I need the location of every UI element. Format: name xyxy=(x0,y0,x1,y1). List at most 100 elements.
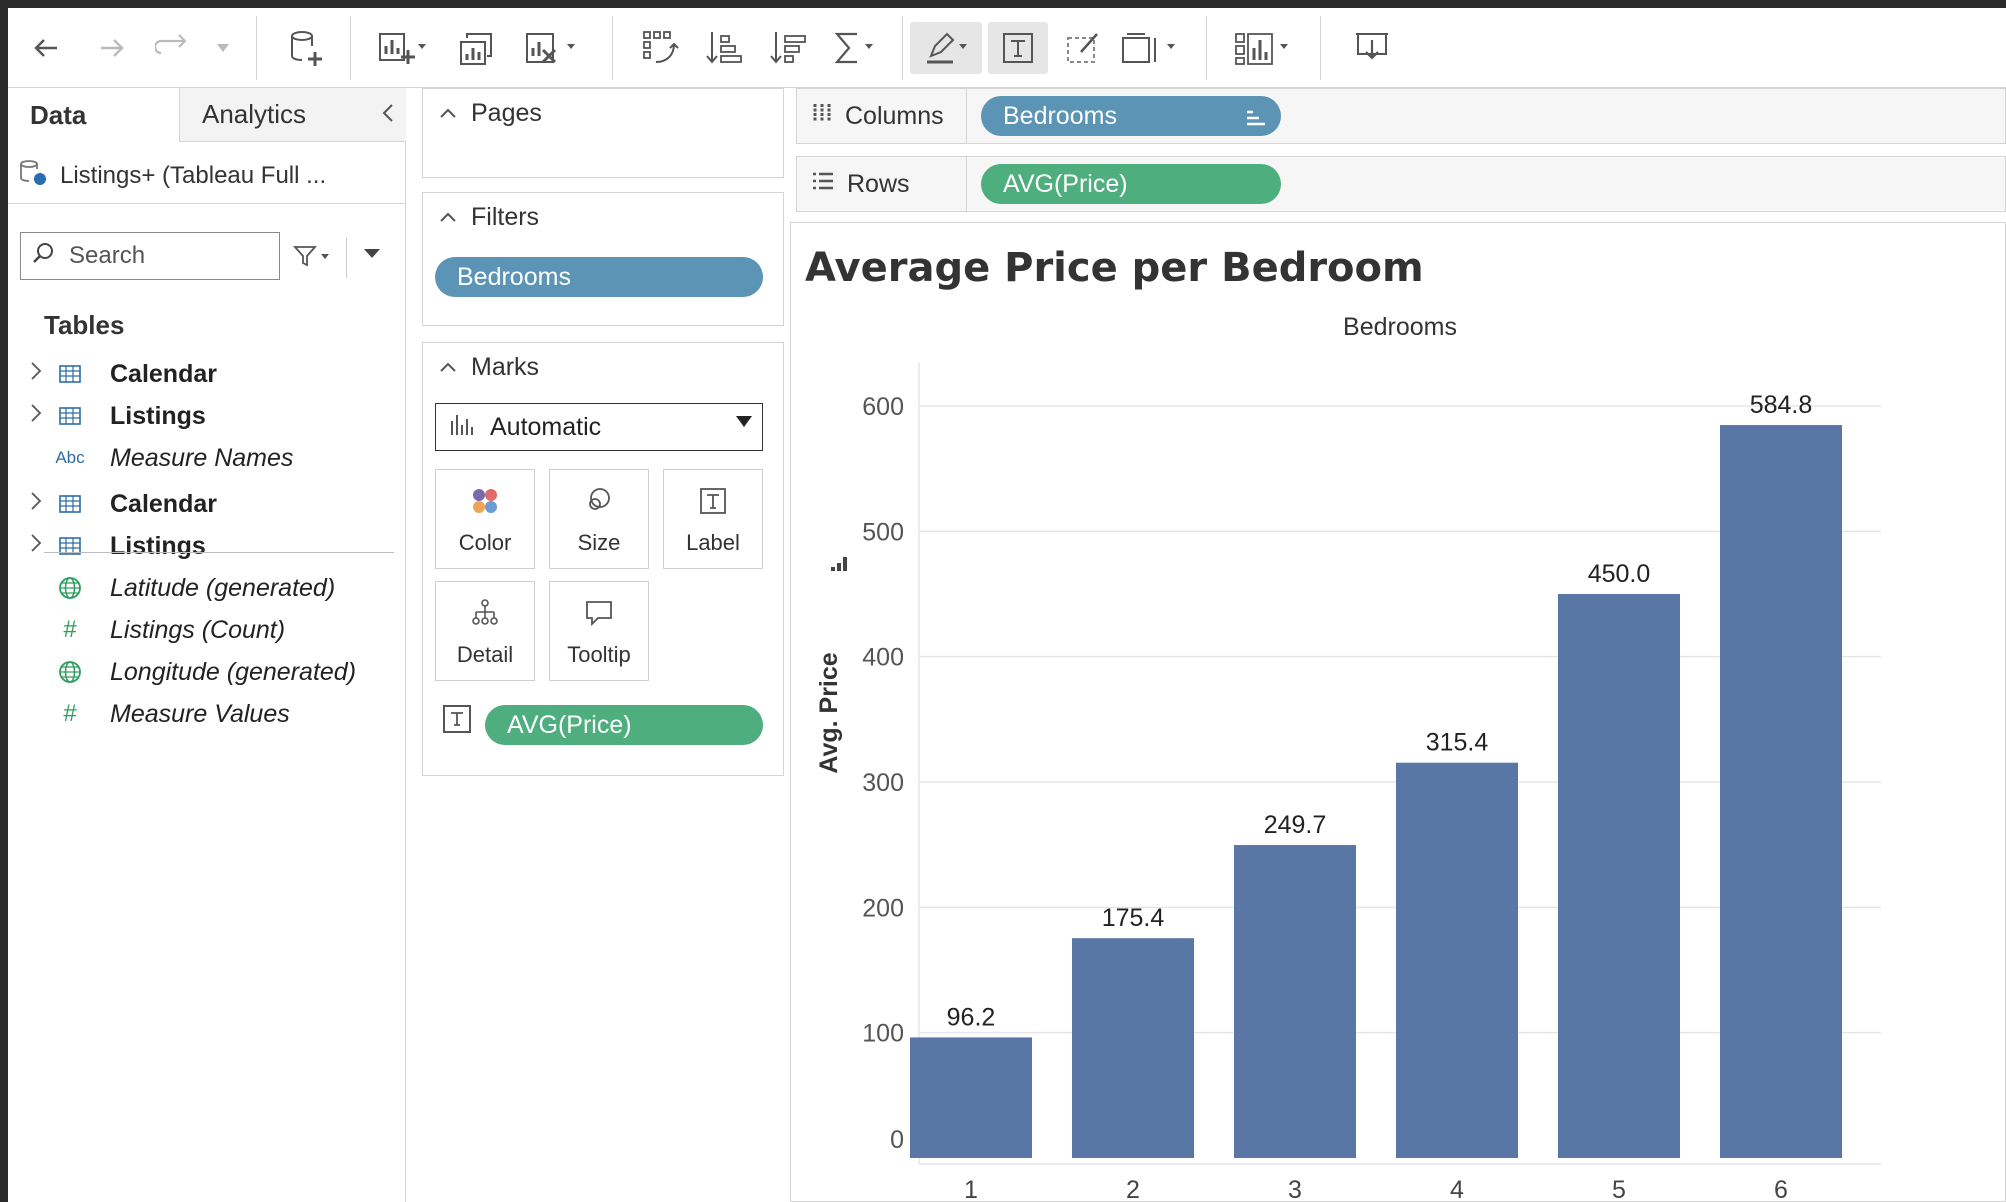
sort-ascending-icon[interactable] xyxy=(698,22,750,74)
table-icon xyxy=(52,495,88,513)
size-icon xyxy=(550,486,648,516)
field-item[interactable]: Listings xyxy=(8,396,406,436)
data-pane-menu-icon[interactable] xyxy=(362,240,382,266)
label-icon xyxy=(664,486,762,516)
field-item[interactable]: # Listings (Count) xyxy=(8,610,406,650)
filter-fields-icon[interactable] xyxy=(288,238,338,274)
bar xyxy=(1396,762,1518,1158)
x-tick-label: 2 xyxy=(1126,1176,1140,1202)
filters-card: Filters Bedrooms xyxy=(422,192,784,326)
columns-pill-bedrooms[interactable]: Bedrooms xyxy=(981,96,1281,136)
sort-descending-icon[interactable] xyxy=(762,22,814,74)
viz-area[interactable]: Average Price per Bedroom Bedrooms Avg. P… xyxy=(790,222,2006,1202)
field-item[interactable]: Calendar xyxy=(8,484,406,524)
label-pill-avg-price[interactable]: AVG(Price) xyxy=(485,705,763,745)
x-tick-label: 4 xyxy=(1450,1176,1464,1202)
field-label: Measure Names xyxy=(110,443,294,472)
duplicate-sheet-icon[interactable] xyxy=(450,22,504,74)
dropdown-icon[interactable] xyxy=(208,22,238,74)
abc-icon: Abc xyxy=(55,448,85,467)
size-button[interactable]: Size xyxy=(549,469,649,569)
columns-shelf-label: Columns xyxy=(797,89,967,143)
swap-rows-columns-icon[interactable] xyxy=(634,22,686,74)
chevron-right-icon[interactable] xyxy=(30,491,42,517)
collapse-caret-icon xyxy=(439,103,457,124)
show-me-icon[interactable] xyxy=(1228,22,1300,74)
tab-analytics[interactable]: Analytics xyxy=(180,88,406,142)
tab-data[interactable]: Data xyxy=(8,88,180,142)
chevron-right-icon[interactable] xyxy=(30,403,42,429)
marks-card-title[interactable]: Marks xyxy=(439,353,539,382)
presentation-icon[interactable] xyxy=(1342,22,1402,74)
search-input[interactable]: Search xyxy=(20,232,280,280)
chevron-right-icon[interactable] xyxy=(30,533,42,559)
field-label: Listings (Count) xyxy=(110,615,286,644)
color-icon xyxy=(436,486,534,516)
data-pane: Data Analytics Listings+ (Tableau Full .… xyxy=(8,88,406,1202)
field-label: Calendar xyxy=(110,489,217,518)
forward-arrow-icon[interactable] xyxy=(88,22,136,74)
fit-icon[interactable] xyxy=(1116,22,1186,74)
table-icon xyxy=(52,407,88,425)
color-button[interactable]: Color xyxy=(435,469,535,569)
bar xyxy=(1720,425,1842,1158)
chevron-right-icon[interactable] xyxy=(30,361,42,387)
filters-card-title[interactable]: Filters xyxy=(439,203,539,232)
pages-card-title[interactable]: Pages xyxy=(439,99,542,128)
text-label-icon xyxy=(443,705,471,733)
filters-label: Filters xyxy=(471,203,540,231)
highlight-icon[interactable] xyxy=(910,22,982,74)
hash-icon: # xyxy=(63,700,77,727)
clear-sheet-icon[interactable] xyxy=(520,22,582,74)
data-label: 96.2 xyxy=(947,1003,996,1031)
field-item[interactable]: Abc Measure Names xyxy=(8,438,406,478)
y-tick-label: 200 xyxy=(862,894,904,922)
data-label: 249.7 xyxy=(1264,811,1327,839)
field-item[interactable]: # Measure Values xyxy=(8,694,406,734)
x-axis-title: Bedrooms xyxy=(1343,313,1457,341)
rows-text: Rows xyxy=(847,169,910,198)
mark-type-dropdown[interactable]: Automatic xyxy=(435,403,763,451)
field-item[interactable]: Latitude (generated) xyxy=(8,568,406,608)
rows-shelf: Rows AVG(Price) xyxy=(796,156,2006,212)
detail-button[interactable]: Detail xyxy=(435,581,535,681)
new-worksheet-icon[interactable] xyxy=(372,22,432,74)
bar xyxy=(910,1037,1032,1158)
back-arrow-icon[interactable] xyxy=(22,22,70,74)
tooltip-button[interactable]: Tooltip xyxy=(549,581,649,681)
x-tick-label: 6 xyxy=(1774,1176,1788,1202)
redo-icon[interactable] xyxy=(148,22,202,74)
filter-pill-bedrooms[interactable]: Bedrooms xyxy=(435,257,763,297)
table-icon xyxy=(52,365,88,383)
rows-pill-avg-price[interactable]: AVG(Price) xyxy=(981,164,1281,204)
automatic-marks-icon xyxy=(450,411,476,444)
columns-text: Columns xyxy=(845,101,944,130)
field-label: Longitude (generated) xyxy=(110,657,357,686)
columns-pill-text: Bedrooms xyxy=(1003,101,1117,130)
columns-shelf: Columns Bedrooms xyxy=(796,88,2006,144)
y-tick-label: 300 xyxy=(862,769,904,797)
field-label: Listings xyxy=(110,401,206,430)
label-button[interactable]: Label xyxy=(663,469,763,569)
field-item[interactable]: Longitude (generated) xyxy=(8,652,406,692)
detail-label: Detail xyxy=(456,642,514,667)
new-datasource-icon[interactable] xyxy=(278,22,334,74)
field-item[interactable]: Calendar xyxy=(8,354,406,394)
hash-icon: # xyxy=(63,616,77,643)
marks-label: Marks xyxy=(471,353,540,381)
annotate-icon[interactable] xyxy=(1056,22,1110,74)
field-label: Latitude (generated) xyxy=(110,573,336,602)
collapse-caret-icon xyxy=(439,357,457,378)
rows-shelf-label: Rows xyxy=(797,157,967,211)
x-tick-label: 1 xyxy=(964,1176,978,1202)
data-label: 450.0 xyxy=(1588,560,1651,588)
field-item[interactable]: Listings xyxy=(8,526,406,566)
datasource-row[interactable]: Listings+ (Tableau Full ... xyxy=(8,148,406,204)
pages-label: Pages xyxy=(471,99,542,127)
totals-icon[interactable] xyxy=(826,22,882,74)
tables-heading: Tables xyxy=(44,310,125,340)
collapse-pane-icon[interactable] xyxy=(380,102,396,131)
bar-chart: Bedrooms Avg. Price 0 100 200 300 400 500 600 96.… xyxy=(815,313,1881,1202)
text-label-icon[interactable] xyxy=(988,22,1048,74)
color-label: Color xyxy=(458,530,512,555)
